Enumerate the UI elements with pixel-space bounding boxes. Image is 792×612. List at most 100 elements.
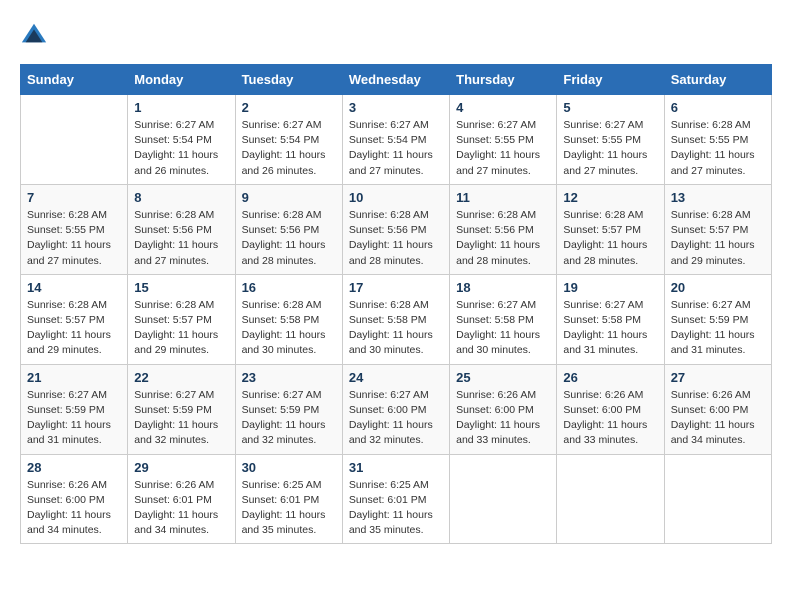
day-number: 19 [563, 280, 657, 295]
calendar-cell: 1Sunrise: 6:27 AMSunset: 5:54 PMDaylight… [128, 95, 235, 185]
calendar-cell: 6 Sunrise: 6:28 AMSunset: 5:55 PMDaylight… [664, 95, 771, 185]
day-info: Sunrise: 6:28 AMSunset: 5:58 PMDaylight:… [242, 298, 336, 359]
calendar-cell: 5 Sunrise: 6:27 AMSunset: 5:55 PMDaylight… [557, 95, 664, 185]
day-number: 22 [134, 370, 228, 385]
calendar-week-row: 7 Sunrise: 6:28 AMSunset: 5:55 PMDaylight… [21, 184, 772, 274]
calendar-cell: 27Sunrise: 6:26 AMSunset: 6:00 PMDayligh… [664, 364, 771, 454]
calendar-cell: 21 Sunrise: 6:27 AMSunset: 5:59 PMDayligh… [21, 364, 128, 454]
day-number: 16 [242, 280, 336, 295]
day-info: Sunrise: 6:27 AMSunset: 5:59 PMDaylight:… [27, 388, 121, 449]
calendar-cell [557, 454, 664, 544]
calendar-cell: 10Sunrise: 6:28 AMSunset: 5:56 PMDayligh… [342, 184, 449, 274]
day-number: 24 [349, 370, 443, 385]
col-header-thursday: Thursday [450, 65, 557, 95]
day-info: Sunrise: 6:27 AMSunset: 5:58 PMDaylight:… [563, 298, 657, 359]
calendar-cell: 22 Sunrise: 6:27 AMSunset: 5:59 PMDayligh… [128, 364, 235, 454]
day-info: Sunrise: 6:27 AMSunset: 5:59 PMDaylight:… [671, 298, 765, 359]
day-number: 8 [134, 190, 228, 205]
calendar-cell: 28 Sunrise: 6:26 AMSunset: 6:00 PMDayligh… [21, 454, 128, 544]
day-number: 17 [349, 280, 443, 295]
day-info: Sunrise: 6:28 AMSunset: 5:57 PMDaylight:… [563, 208, 657, 269]
calendar-cell [664, 454, 771, 544]
calendar-cell: 17 Sunrise: 6:28 AMSunset: 5:58 PMDayligh… [342, 274, 449, 364]
calendar-cell: 16 Sunrise: 6:28 AMSunset: 5:58 PMDayligh… [235, 274, 342, 364]
day-info: Sunrise: 6:27 AMSunset: 5:55 PMDaylight:… [563, 118, 657, 179]
day-number: 4 [456, 100, 550, 115]
day-number: 2 [242, 100, 336, 115]
day-info: Sunrise: 6:26 AMSunset: 6:00 PMDaylight:… [563, 388, 657, 449]
day-info: Sunrise: 6:27 AMSunset: 5:58 PMDaylight:… [456, 298, 550, 359]
day-info: Sunrise: 6:25 AMSunset: 6:01 PMDaylight:… [349, 478, 443, 539]
day-info: Sunrise: 6:28 AMSunset: 5:56 PMDaylight:… [349, 208, 443, 269]
calendar-cell: 11 Sunrise: 6:28 AMSunset: 5:56 PMDayligh… [450, 184, 557, 274]
day-info: Sunrise: 6:27 AMSunset: 5:59 PMDaylight:… [242, 388, 336, 449]
day-info: Sunrise: 6:27 AMSunset: 5:54 PMDaylight:… [134, 118, 228, 179]
col-header-sunday: Sunday [21, 65, 128, 95]
calendar-cell: 14 Sunrise: 6:28 AMSunset: 5:57 PMDayligh… [21, 274, 128, 364]
calendar-cell: 3Sunrise: 6:27 AMSunset: 5:54 PMDaylight… [342, 95, 449, 185]
day-info: Sunrise: 6:27 AMSunset: 5:59 PMDaylight:… [134, 388, 228, 449]
calendar-cell: 20 Sunrise: 6:27 AMSunset: 5:59 PMDayligh… [664, 274, 771, 364]
calendar-cell: 26 Sunrise: 6:26 AMSunset: 6:00 PMDayligh… [557, 364, 664, 454]
day-number: 12 [563, 190, 657, 205]
day-info: Sunrise: 6:28 AMSunset: 5:57 PMDaylight:… [671, 208, 765, 269]
day-info: Sunrise: 6:28 AMSunset: 5:55 PMDaylight:… [671, 118, 765, 179]
day-number: 7 [27, 190, 121, 205]
day-number: 23 [242, 370, 336, 385]
calendar-cell: 8 Sunrise: 6:28 AMSunset: 5:56 PMDaylight… [128, 184, 235, 274]
day-info: Sunrise: 6:28 AMSunset: 5:55 PMDaylight:… [27, 208, 121, 269]
day-info: Sunrise: 6:28 AMSunset: 5:58 PMDaylight:… [349, 298, 443, 359]
calendar-header-row: SundayMondayTuesdayWednesdayThursdayFrid… [21, 65, 772, 95]
day-number: 5 [563, 100, 657, 115]
day-info: Sunrise: 6:27 AMSunset: 5:54 PMDaylight:… [242, 118, 336, 179]
day-number: 9 [242, 190, 336, 205]
day-info: Sunrise: 6:28 AMSunset: 5:56 PMDaylight:… [134, 208, 228, 269]
day-info: Sunrise: 6:27 AMSunset: 5:55 PMDaylight:… [456, 118, 550, 179]
calendar-cell: 18 Sunrise: 6:27 AMSunset: 5:58 PMDayligh… [450, 274, 557, 364]
col-header-monday: Monday [128, 65, 235, 95]
col-header-tuesday: Tuesday [235, 65, 342, 95]
day-info: Sunrise: 6:26 AMSunset: 6:00 PMDaylight:… [456, 388, 550, 449]
calendar-week-row: 21 Sunrise: 6:27 AMSunset: 5:59 PMDayligh… [21, 364, 772, 454]
day-number: 25 [456, 370, 550, 385]
calendar-cell: 31Sunrise: 6:25 AMSunset: 6:01 PMDayligh… [342, 454, 449, 544]
day-number: 18 [456, 280, 550, 295]
calendar-cell: 12 Sunrise: 6:28 AMSunset: 5:57 PMDayligh… [557, 184, 664, 274]
col-header-saturday: Saturday [664, 65, 771, 95]
calendar-cell: 2 Sunrise: 6:27 AMSunset: 5:54 PMDaylight… [235, 95, 342, 185]
calendar-cell: 30Sunrise: 6:25 AMSunset: 6:01 PMDayligh… [235, 454, 342, 544]
calendar-cell: 9 Sunrise: 6:28 AMSunset: 5:56 PMDaylight… [235, 184, 342, 274]
page-header [20, 20, 772, 48]
day-number: 26 [563, 370, 657, 385]
calendar-table: SundayMondayTuesdayWednesdayThursdayFrid… [20, 64, 772, 544]
logo-icon [20, 20, 48, 48]
col-header-friday: Friday [557, 65, 664, 95]
calendar-cell: 25 Sunrise: 6:26 AMSunset: 6:00 PMDayligh… [450, 364, 557, 454]
day-number: 28 [27, 460, 121, 475]
calendar-cell: 24 Sunrise: 6:27 AMSunset: 6:00 PMDayligh… [342, 364, 449, 454]
day-info: Sunrise: 6:28 AMSunset: 5:57 PMDaylight:… [134, 298, 228, 359]
day-number: 3 [349, 100, 443, 115]
day-number: 15 [134, 280, 228, 295]
calendar-cell [450, 454, 557, 544]
day-number: 27 [671, 370, 765, 385]
calendar-week-row: 28 Sunrise: 6:26 AMSunset: 6:00 PMDayligh… [21, 454, 772, 544]
day-info: Sunrise: 6:27 AMSunset: 6:00 PMDaylight:… [349, 388, 443, 449]
day-info: Sunrise: 6:28 AMSunset: 5:56 PMDaylight:… [456, 208, 550, 269]
day-number: 6 [671, 100, 765, 115]
day-info: Sunrise: 6:26 AMSunset: 6:01 PMDaylight:… [134, 478, 228, 539]
day-number: 20 [671, 280, 765, 295]
day-info: Sunrise: 6:28 AMSunset: 5:56 PMDaylight:… [242, 208, 336, 269]
calendar-week-row: 14 Sunrise: 6:28 AMSunset: 5:57 PMDayligh… [21, 274, 772, 364]
calendar-cell [21, 95, 128, 185]
calendar-cell: 7 Sunrise: 6:28 AMSunset: 5:55 PMDaylight… [21, 184, 128, 274]
calendar-cell: 29 Sunrise: 6:26 AMSunset: 6:01 PMDayligh… [128, 454, 235, 544]
day-info: Sunrise: 6:28 AMSunset: 5:57 PMDaylight:… [27, 298, 121, 359]
day-info: Sunrise: 6:26 AMSunset: 6:00 PMDaylight:… [27, 478, 121, 539]
day-number: 14 [27, 280, 121, 295]
day-number: 21 [27, 370, 121, 385]
day-info: Sunrise: 6:25 AMSunset: 6:01 PMDaylight:… [242, 478, 336, 539]
day-number: 29 [134, 460, 228, 475]
logo [20, 20, 52, 48]
day-number: 11 [456, 190, 550, 205]
